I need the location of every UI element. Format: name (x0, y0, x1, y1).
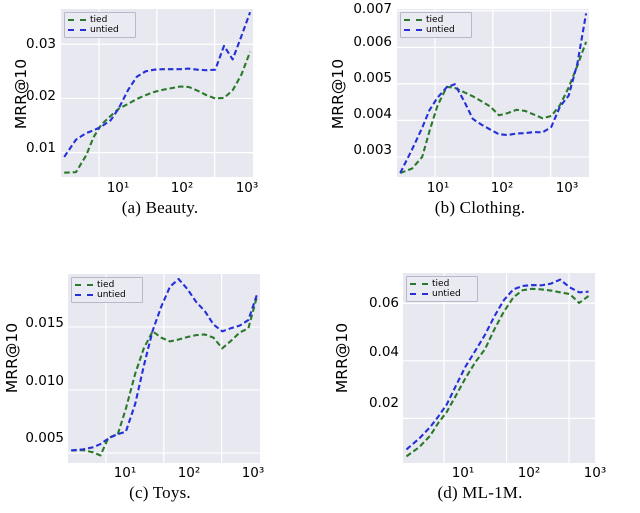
x-tick-d-1: 10² (517, 465, 541, 481)
legend-swatch-tied (404, 19, 422, 21)
legend-item-tied: tied (410, 279, 473, 289)
caption-toys: (c) Toys. (129, 483, 191, 502)
y-tick-b-0: 0.007 (353, 1, 392, 17)
legend-label-tied: tied (426, 15, 444, 25)
legend-item-tied: tied (75, 280, 138, 290)
y-tick-b-1: 0.006 (353, 34, 392, 50)
x-tick-d-0: 10¹ (451, 465, 475, 481)
y-tick-c-1: 0.010 (25, 373, 64, 389)
legend-swatch-untied (75, 294, 93, 296)
x-tick-c-1: 10² (177, 465, 201, 481)
subplot-toys: MRR@10 0.015 0.010 0.005 10¹ 10² 10³ tie… (0, 264, 320, 513)
legend-swatch-tied (410, 283, 428, 285)
y-tick-d-1: 0.04 (368, 344, 399, 360)
y-axis-label-b: MRR@10 (329, 58, 347, 130)
legend-ml1m: tied untied (406, 276, 478, 302)
y-tick-a-1: 0.02 (25, 88, 56, 104)
legend-swatch-untied (68, 29, 86, 31)
x-tick-a-0: 10¹ (106, 180, 130, 196)
x-tick-c-0: 10¹ (113, 465, 137, 481)
legend-toys: tied untied (71, 277, 143, 303)
legend-swatch-tied (75, 284, 93, 286)
x-tick-c-2: 10³ (241, 465, 265, 481)
y-tick-a-2: 0.01 (25, 140, 56, 156)
caption-ml1m: (d) ML-1M. (437, 483, 523, 502)
legend-clothing: tied untied (400, 12, 472, 38)
y-tick-b-2: 0.005 (353, 70, 392, 86)
legend-label-untied: untied (97, 290, 126, 300)
y-tick-c-2: 0.005 (25, 430, 64, 446)
y-tick-a-0: 0.03 (25, 36, 56, 52)
x-tick-d-2: 10³ (583, 465, 607, 481)
y-tick-b-3: 0.004 (353, 106, 392, 122)
subplot-beauty: MRR@10 0.03 0.02 0.01 10¹ 10² 10³ tied u… (0, 0, 320, 230)
subplot-ml1m: MRR@10 0.06 0.04 0.02 10¹ 10² 10³ tied u… (320, 264, 640, 513)
legend-label-tied: tied (90, 15, 108, 25)
y-tick-c-0: 0.015 (25, 315, 64, 331)
legend-swatch-tied (68, 19, 86, 21)
legend-label-tied: tied (432, 279, 450, 289)
subplot-clothing: MRR@10 0.007 0.006 0.005 0.004 0.003 10¹… (320, 0, 640, 230)
x-tick-a-2: 10³ (235, 180, 259, 196)
legend-swatch-untied (404, 29, 422, 31)
legend-item-untied: untied (68, 25, 131, 35)
legend-label-tied: tied (97, 280, 115, 290)
figure-panel-grid: MRR@10 0.03 0.02 0.01 10¹ 10² 10³ tied u… (0, 0, 640, 513)
y-tick-d-2: 0.02 (368, 395, 399, 411)
caption-beauty: (a) Beauty. (121, 198, 199, 217)
legend-label-untied: untied (90, 25, 119, 35)
legend-item-tied: tied (404, 15, 467, 25)
legend-label-untied: untied (432, 289, 461, 299)
legend-item-tied: tied (68, 15, 131, 25)
x-tick-b-1: 10² (490, 180, 514, 196)
legend-beauty: tied untied (64, 12, 136, 38)
x-tick-b-2: 10³ (555, 180, 579, 196)
legend-item-untied: untied (404, 25, 467, 35)
x-tick-a-1: 10² (170, 180, 194, 196)
x-tick-b-0: 10¹ (426, 180, 450, 196)
caption-clothing: (b) Clothing. (434, 198, 526, 217)
legend-swatch-untied (410, 293, 428, 295)
y-tick-d-0: 0.06 (368, 295, 399, 311)
legend-item-untied: untied (75, 290, 138, 300)
y-tick-b-4: 0.003 (353, 142, 392, 158)
legend-item-untied: untied (410, 289, 473, 299)
legend-label-untied: untied (426, 25, 455, 35)
